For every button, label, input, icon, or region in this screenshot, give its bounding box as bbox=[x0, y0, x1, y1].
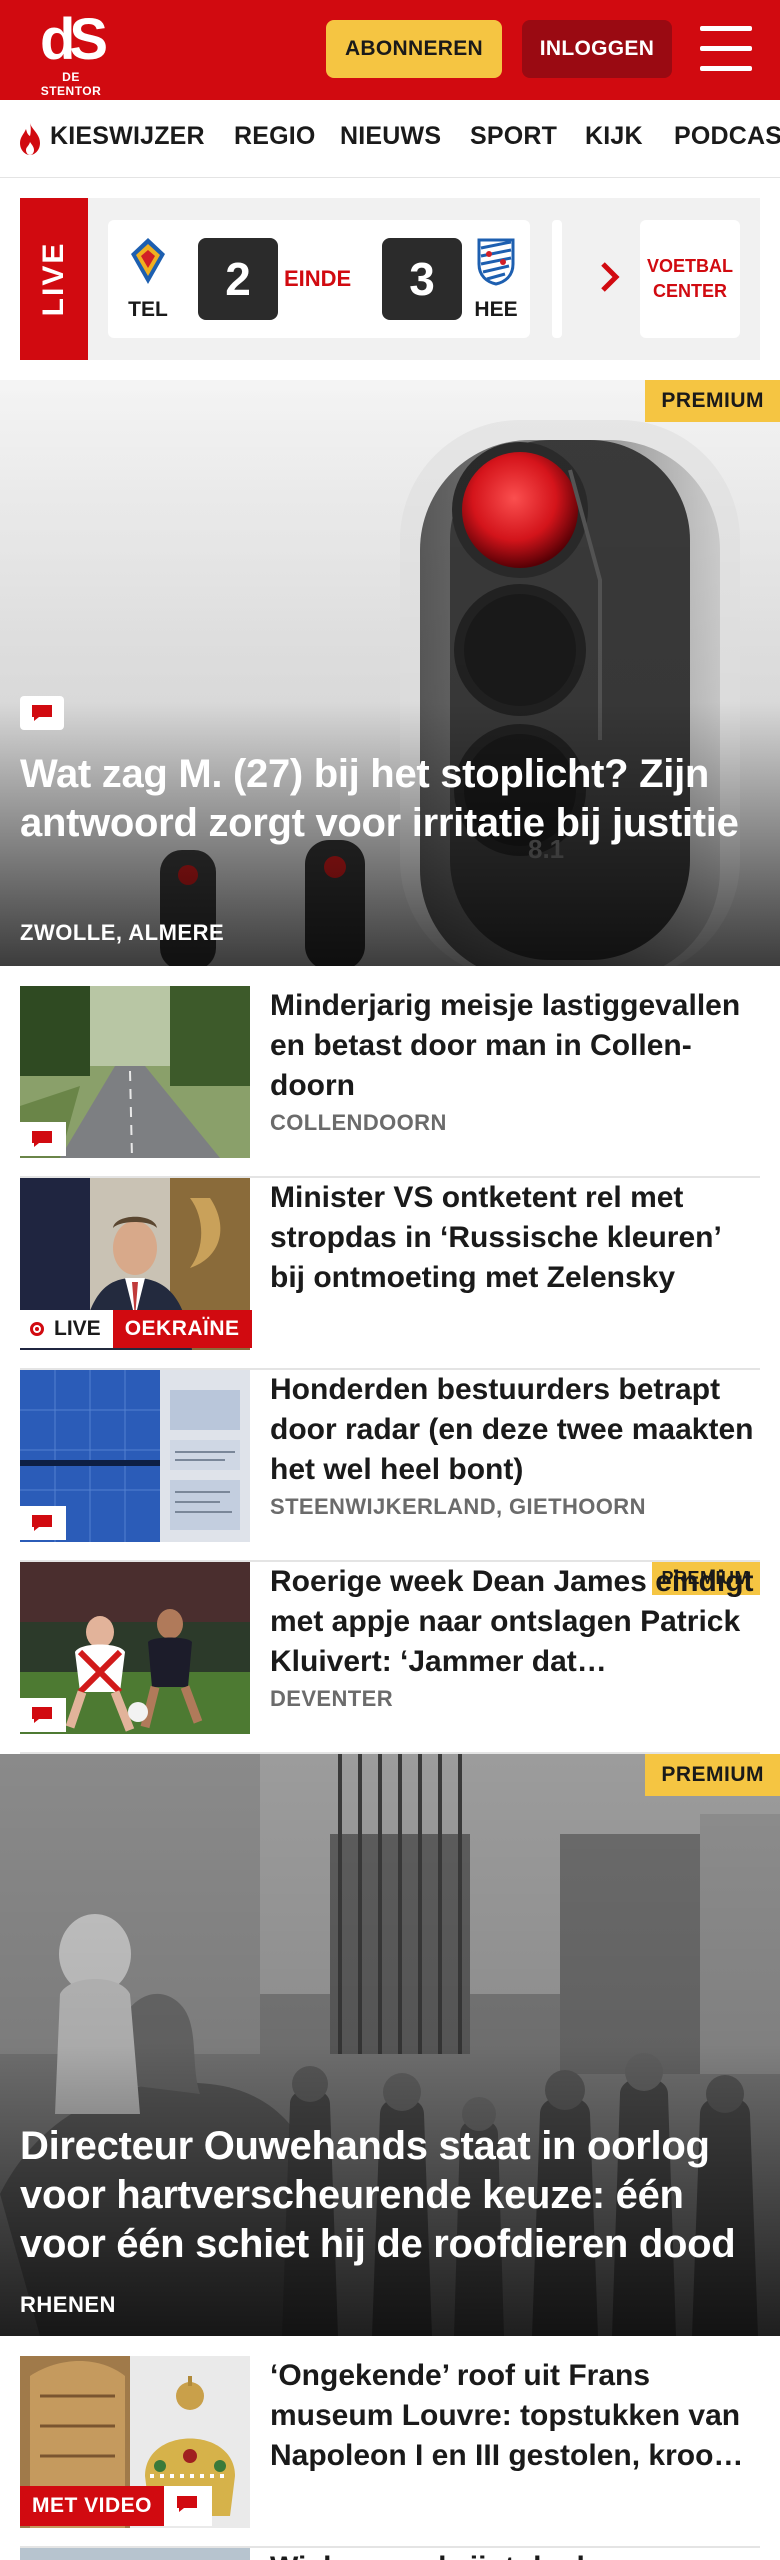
next-match-card[interactable] bbox=[552, 220, 562, 338]
premium-badge: PREMIUM bbox=[645, 1754, 780, 1796]
comment-icon bbox=[20, 696, 64, 730]
hee-crest-icon bbox=[477, 238, 515, 286]
list-item[interactable]: Honderden bestuurders betrapt door radar… bbox=[20, 1370, 760, 1562]
hero-article-traffic-light[interactable]: 8.1 PREMIUM Wat zag M. (27) bij het stop… bbox=[0, 380, 780, 966]
site-logo[interactable]: dS DE STENTOR bbox=[30, 7, 112, 99]
article-location: COLLENDOORN bbox=[270, 1110, 447, 1135]
nav-item-kieswijzer[interactable]: KIESWIJZER bbox=[50, 122, 205, 151]
logo-mark: dS bbox=[39, 7, 108, 72]
nav-item-podcasts[interactable]: PODCAS bbox=[674, 122, 780, 151]
match-status: EINDE bbox=[284, 266, 352, 291]
hero-title[interactable]: Directeur Ouwehands staat in oorlog voor… bbox=[20, 2122, 770, 2269]
list-item[interactable]: LIVE OEKRAÏNE Minister VS ontketent rel … bbox=[20, 1178, 760, 1370]
tel-crest-icon bbox=[131, 238, 165, 284]
article-location: DEVENTER bbox=[270, 1686, 393, 1711]
video-label: MET VIDEO bbox=[20, 2486, 165, 2526]
hero-title[interactable]: Wat zag M. (27) bij het stoplicht? Zijn … bbox=[20, 750, 760, 848]
section-nav: KIESWIJZER REGIO NIEUWS SPORT KIJK PODCA… bbox=[0, 100, 780, 178]
nav-item-regio[interactable]: REGIO bbox=[234, 122, 316, 151]
live-score-strip: LIVE TEL 2 EINDE 3 HEE VOETBAL CENTER bbox=[20, 198, 760, 360]
article-location: STEENWIJKERLAND, GIETHOORN bbox=[270, 1494, 646, 1519]
article-title[interactable]: Minderjarig meisje lastiggevallen en bet… bbox=[270, 986, 760, 1106]
away-score: 3 bbox=[382, 238, 462, 320]
live-badge: LIVE OEKRAÏNE bbox=[20, 1310, 252, 1348]
video-badge: MET VIDEO bbox=[20, 2486, 213, 2526]
hamburger-menu-icon[interactable] bbox=[700, 26, 752, 72]
login-button[interactable]: INLOGGEN bbox=[522, 20, 672, 78]
comment-icon bbox=[20, 1506, 66, 1540]
away-team: HEE bbox=[466, 236, 526, 322]
topic-tag[interactable]: OEKRAÏNE bbox=[112, 1310, 252, 1348]
live-tag: LIVE bbox=[20, 198, 88, 360]
nav-item-sport[interactable]: SPORT bbox=[470, 122, 557, 151]
hero-location: ZWOLLE, ALMERE bbox=[20, 920, 225, 945]
article-title[interactable]: ‘Ongekende’ roof uit Frans museum Louvre… bbox=[270, 2356, 760, 2476]
home-score: 2 bbox=[198, 238, 278, 320]
hero-article-ouwehands[interactable]: PREMIUM Directeur Ouwehands staat in oor… bbox=[0, 1754, 780, 2336]
match-card[interactable]: TEL 2 EINDE 3 HEE bbox=[108, 220, 530, 338]
list-item[interactable]: MET VIDEO ‘Ongekende’ roof uit Frans mus… bbox=[20, 2356, 760, 2548]
comment-icon bbox=[164, 2486, 213, 2526]
nav-item-nieuws[interactable]: NIEUWS bbox=[340, 122, 441, 151]
article-title[interactable]: Minister VS ontketent rel met stropdas i… bbox=[270, 1178, 760, 1298]
live-dot-icon bbox=[30, 1322, 44, 1336]
comment-icon bbox=[20, 1698, 66, 1732]
chevron-right-icon[interactable] bbox=[592, 260, 626, 294]
away-team-code: HEE bbox=[474, 298, 518, 321]
list-item[interactable]: PREMIUM Roerige week Dean James eindigt … bbox=[20, 1562, 760, 1754]
comment-icon bbox=[20, 1122, 66, 1156]
article-title[interactable]: Honderden bestuurders betrapt door radar… bbox=[270, 1370, 760, 1490]
article-thumbnail bbox=[20, 2548, 250, 2560]
nav-item-kijk[interactable]: KIJK bbox=[585, 122, 643, 151]
premium-badge: PREMIUM bbox=[645, 380, 780, 422]
live-label: LIVE bbox=[54, 1317, 101, 1340]
logo-name: DE STENTOR bbox=[40, 70, 102, 98]
home-team-code: TEL bbox=[128, 298, 168, 321]
list-item[interactable]: Minderjarig meisje lastiggevallen en bet… bbox=[20, 986, 760, 1178]
article-title[interactable]: Wiebes verdwijnt doek bbox=[270, 2548, 593, 2560]
list-item[interactable]: Wiebes verdwijnt doek bbox=[20, 2548, 760, 2560]
top-bar: dS DE STENTOR ABONNEREN INLOGGEN bbox=[0, 0, 780, 100]
subscribe-button[interactable]: ABONNEREN bbox=[326, 20, 502, 78]
hero-location: RHENEN bbox=[20, 2292, 116, 2317]
article-title[interactable]: Roerige week Dean James eindigt met appj… bbox=[270, 1562, 760, 1682]
traffic-light-photo: 8.1 bbox=[0, 380, 780, 966]
home-team: TEL bbox=[118, 236, 178, 322]
voetbal-center-link[interactable]: VOETBAL CENTER bbox=[640, 220, 740, 338]
flame-icon bbox=[20, 123, 40, 155]
